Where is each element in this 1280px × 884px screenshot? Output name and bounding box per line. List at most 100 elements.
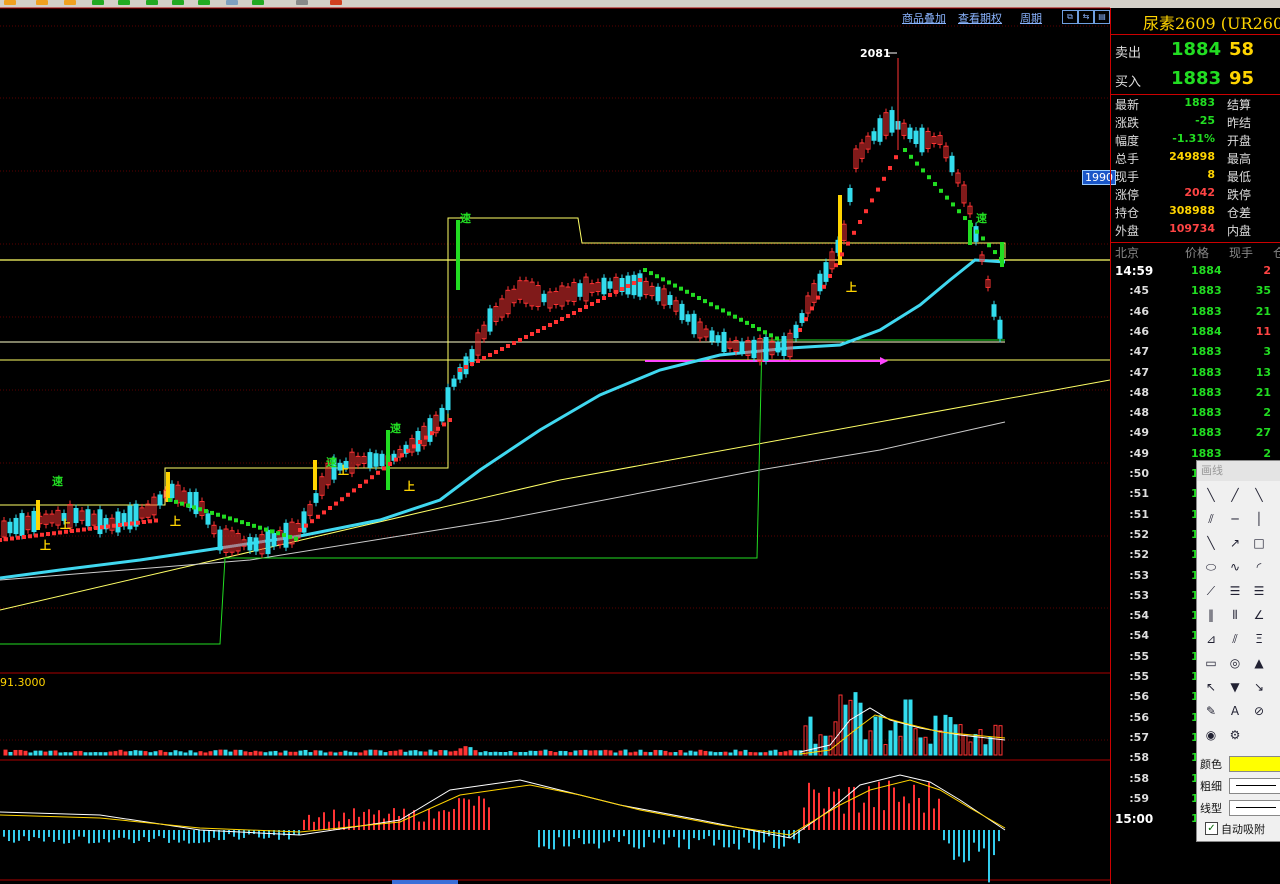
volume-bar	[953, 724, 958, 756]
volume-bar	[178, 751, 183, 756]
volume-bar	[633, 751, 638, 756]
price-chart[interactable]	[0, 0, 1110, 884]
stop-dot	[739, 317, 743, 322]
ray-tool[interactable]: ╲	[1249, 485, 1269, 505]
stop-dot	[288, 534, 292, 539]
volume-bar	[238, 749, 243, 756]
volume-bar	[858, 702, 863, 756]
pencil-tool[interactable]: ✎	[1201, 701, 1221, 721]
stat-value: 249898	[1169, 150, 1215, 163]
fib-time-tool[interactable]: ⦀	[1225, 605, 1245, 625]
stop-dot	[518, 338, 522, 342]
period-tool[interactable]: ‖	[1201, 605, 1221, 625]
view-options-link[interactable]: 查看期权	[958, 10, 1002, 26]
settings-gear-icon[interactable]: ⚙	[1225, 725, 1245, 745]
fib-fan-tool[interactable]: ⟋	[1201, 581, 1221, 601]
tick-time: 15:00	[1115, 812, 1154, 827]
stat-row: 外盘 109734 内盘	[1111, 222, 1280, 240]
down-arrow-tool[interactable]: ▼	[1225, 677, 1245, 697]
vline-tool[interactable]: │	[1249, 509, 1269, 529]
tick-price: 1884	[1191, 264, 1222, 277]
period-link[interactable]: 周期	[1020, 10, 1042, 26]
curve-tool[interactable]: ∿	[1225, 557, 1245, 577]
stop-dot	[810, 306, 814, 311]
hide-tool[interactable]: ⊘	[1249, 701, 1269, 721]
ellipse-tool[interactable]: ⬭	[1201, 557, 1221, 577]
volume-bar	[53, 750, 58, 756]
fib-retrace-tool[interactable]: ☰	[1225, 581, 1245, 601]
ruler-tool[interactable]: ▭	[1201, 653, 1221, 673]
stop-dot	[834, 263, 838, 268]
volume-bar	[503, 751, 508, 756]
arrow-line-tool[interactable]: ↗	[1225, 533, 1245, 553]
volume-bar	[938, 730, 943, 756]
segment-tool[interactable]: ╲	[1201, 485, 1221, 505]
stop-dot	[198, 507, 202, 512]
volume-bar	[213, 750, 218, 756]
gann-fan-tool[interactable]: ⫽	[1225, 629, 1245, 649]
arc-tool[interactable]: ◜	[1249, 557, 1269, 577]
stop-dot	[933, 182, 937, 187]
rect-tool[interactable]: □	[1249, 533, 1269, 553]
width-select[interactable]	[1229, 778, 1280, 794]
right-arrow-tool[interactable]: ↘	[1249, 677, 1269, 697]
commodity-overlay-link[interactable]: 商品叠加	[902, 10, 946, 26]
eye-icon[interactable]: ◉	[1201, 725, 1221, 745]
drawing-tools-panel[interactable]: 画线 ╲ ╱ ╲ ⫽ ─ │ ╲ ↗ □ ⬭ ∿ ◜ ⟋ ☰ ☰ ‖ ⦀ ∠ ⊿ ⫽ Ξ ▭ ◎ ▲ ↖ ▼ ↘ ✎ A ⊘ ◉ ⚙ 颜色 粗…	[1196, 460, 1280, 842]
candle-down	[487, 308, 493, 332]
stop-dot	[88, 526, 92, 531]
color-picker[interactable]	[1229, 756, 1280, 772]
pitchfork-tool[interactable]: Ξ	[1249, 629, 1269, 649]
volume-bar	[163, 751, 168, 756]
restore-icon[interactable]: ⧉	[1062, 10, 1078, 24]
stat-value: -25	[1195, 114, 1215, 127]
style-select[interactable]	[1229, 800, 1280, 816]
up-arrow-tool[interactable]: ▲	[1249, 653, 1269, 673]
volume-bar	[628, 752, 633, 756]
stop-dot	[882, 176, 886, 181]
candle-down	[799, 313, 805, 323]
volume-bar	[923, 736, 928, 756]
volume-bar	[263, 752, 268, 756]
hline-tool[interactable]: ─	[1225, 509, 1245, 529]
gann-box-tool[interactable]: ⊿	[1201, 629, 1221, 649]
volume-bar	[448, 751, 453, 756]
parallel-tool[interactable]: ⫽	[1201, 509, 1221, 529]
volume-bar	[653, 749, 658, 756]
stop-dot	[494, 350, 498, 354]
stop-dot	[118, 523, 122, 527]
candle-down	[823, 262, 829, 282]
volume-bar	[588, 750, 593, 756]
line-tool[interactable]: ╱	[1225, 485, 1245, 505]
stop-dot	[596, 299, 600, 303]
stop-dot	[673, 283, 677, 288]
text-tool[interactable]: A	[1225, 701, 1245, 721]
split-icon[interactable]: ⇆	[1078, 10, 1094, 24]
volume-bar	[698, 749, 703, 756]
cycle-tool[interactable]: ◎	[1225, 653, 1245, 673]
tick-row: :46 1884 11	[1111, 325, 1280, 345]
left-arrow-tool[interactable]: ↖	[1201, 677, 1221, 697]
candle-down	[991, 304, 997, 317]
candle-down	[217, 529, 223, 551]
candle-down	[691, 313, 697, 335]
stat-label: 总手	[1115, 152, 1140, 166]
stop-dot	[987, 243, 991, 248]
auto-snap-checkbox[interactable]: ✓	[1205, 822, 1218, 835]
volume-bar	[693, 751, 698, 756]
fib-ext-tool[interactable]: ☰	[1249, 581, 1269, 601]
volume-bar	[513, 752, 518, 756]
candle-down	[31, 510, 37, 533]
stop-dot	[34, 533, 38, 538]
angle-tool[interactable]: ∠	[1249, 605, 1269, 625]
diag-tool[interactable]: ╲	[1201, 533, 1221, 553]
stop-dot	[798, 328, 802, 332]
stop-dot	[703, 299, 707, 304]
stop-dot	[476, 359, 480, 363]
layout-icon[interactable]: ▤	[1094, 10, 1110, 24]
candle-down	[445, 387, 451, 411]
volume-bar	[278, 752, 283, 756]
stop-dot	[921, 168, 925, 173]
stop-dot	[957, 209, 961, 214]
volume-bar	[878, 715, 883, 756]
